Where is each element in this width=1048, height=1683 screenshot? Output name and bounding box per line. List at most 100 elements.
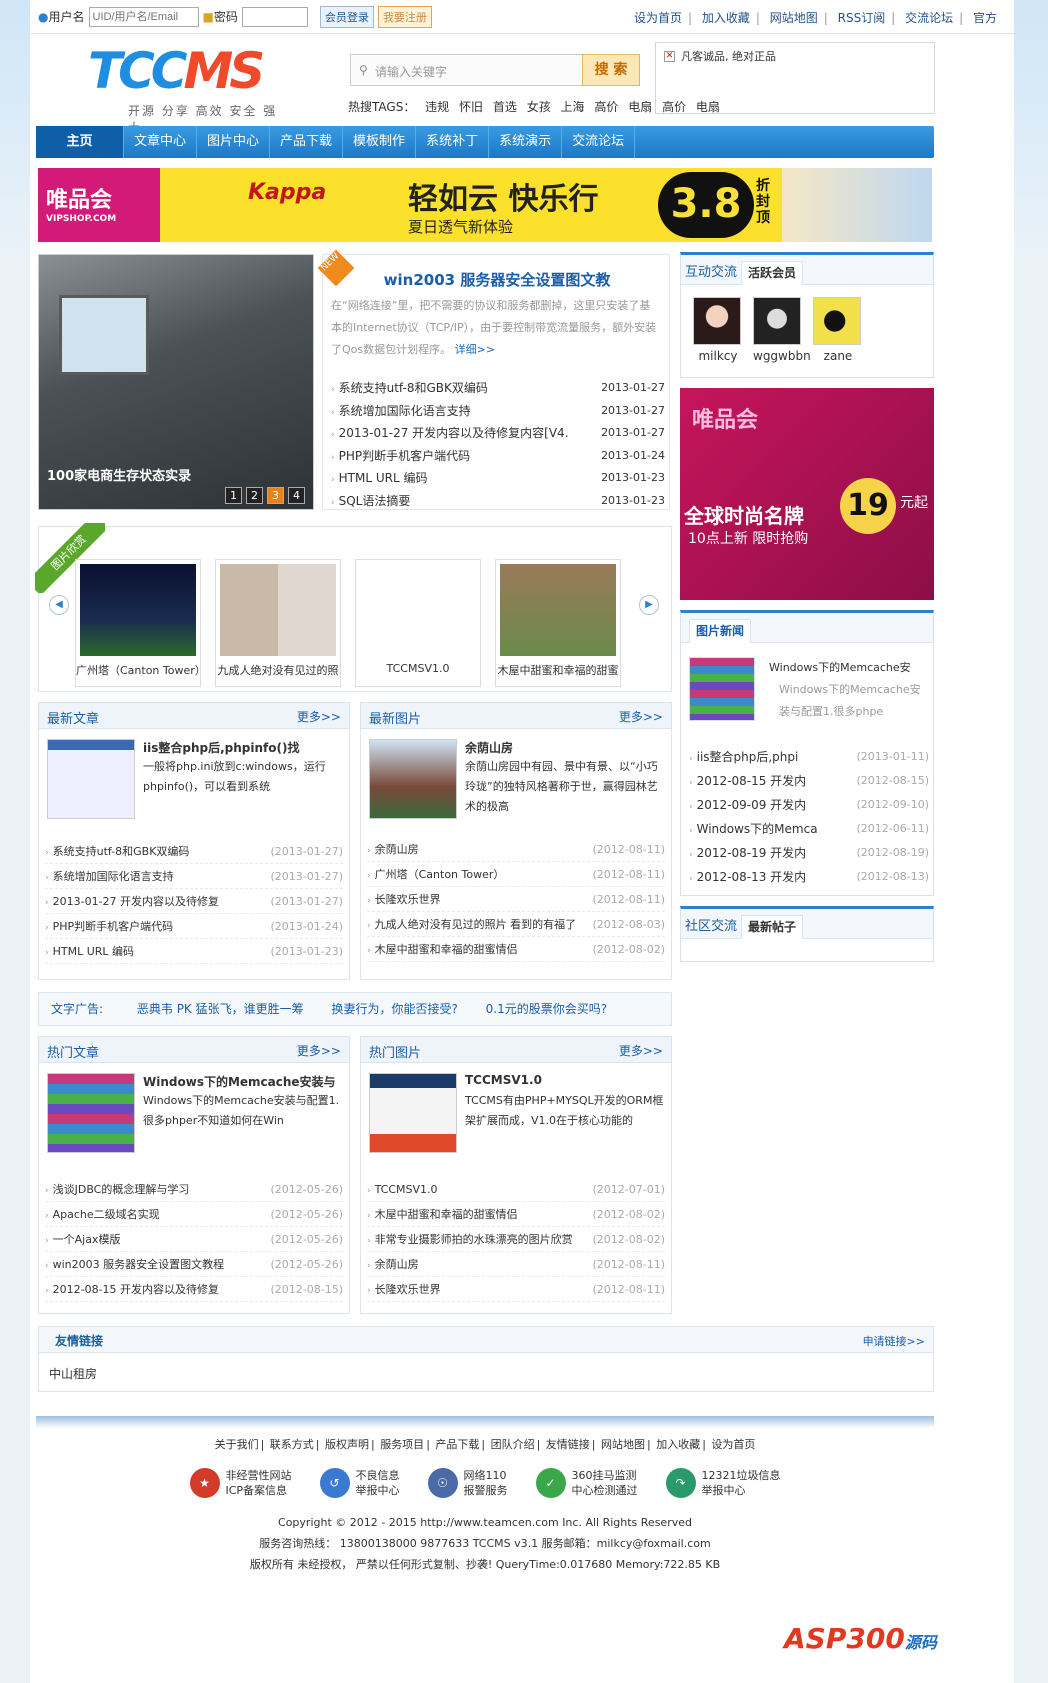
search-input[interactable]: 请输入关键字 xyxy=(375,63,447,80)
more-link[interactable]: 更多>> xyxy=(297,1042,341,1059)
carousel-item[interactable]: 木屋中甜蜜和幸福的甜蜜 xyxy=(495,559,621,687)
slide-4-button[interactable]: 4 xyxy=(288,487,305,504)
password-input[interactable] xyxy=(241,6,308,27)
feature-title[interactable]: TCCMSV1.0 xyxy=(465,1073,542,1087)
list-item[interactable]: › 2012-08-15 开发内容以及待修复 (2012-08-15) xyxy=(45,1277,343,1302)
member-card[interactable]: zane xyxy=(813,297,863,363)
apply-link-button[interactable]: 申请链接>> xyxy=(863,1333,925,1349)
tab-latest-posts[interactable]: 最新帖子 xyxy=(741,915,804,939)
slide-2-button[interactable]: 2 xyxy=(246,487,263,504)
nav-pictures[interactable]: 图片中心 xyxy=(197,126,271,158)
text-ad-link[interactable]: 换妻行为，你能否接受? xyxy=(331,1002,457,1016)
login-button[interactable]: 会员登录 xyxy=(319,5,374,28)
list-item[interactable]: › 浅谈JDBC的概念理解与学习 (2012-05-26) xyxy=(45,1177,343,1202)
sitemap-link[interactable]: 网站地图 xyxy=(770,11,818,25)
site-logo[interactable]: TCCMS 开源 分享 高效 安全 强大 xyxy=(88,42,288,135)
police-badge[interactable]: ☉ 网络110 报警服务 xyxy=(427,1468,508,1498)
footer-link[interactable]: 产品下载 xyxy=(435,1438,479,1451)
list-item[interactable]: › 系统支持utf-8和GBK双编码 2013-01-27 xyxy=(331,377,665,400)
list-item[interactable]: › Apache二级域名实现 (2012-05-26) xyxy=(45,1202,343,1227)
nav-downloads[interactable]: 产品下载 xyxy=(270,126,344,158)
list-item[interactable]: › 非常专业摄影师拍的水珠漂亮的图片欣赏 (2012-08-02) xyxy=(367,1227,665,1252)
notice-text[interactable]: 凡客诚品, 绝对正品 xyxy=(681,48,776,64)
nav-articles[interactable]: 文章中心 xyxy=(124,126,198,158)
list-item[interactable]: › 系统支持utf-8和GBK双编码 (2013-01-27) xyxy=(45,839,343,864)
list-item[interactable]: › SQL语法摘要 2013-01-23 xyxy=(331,490,665,513)
footer-link[interactable]: 团队介绍 xyxy=(491,1438,535,1451)
add-favorite-link[interactable]: 加入收藏 xyxy=(702,11,750,25)
focus-caption[interactable]: 100家电商生存状态实录 xyxy=(47,465,191,484)
list-item[interactable]: › PHP判断手机客户端代码 (2013-01-24) xyxy=(45,914,343,939)
carousel-item[interactable]: TCCMSV1.0 xyxy=(355,559,481,687)
hot-tag[interactable]: 怀旧 xyxy=(459,100,483,114)
footer-link[interactable]: 服务项目 xyxy=(380,1438,424,1451)
footer-link[interactable]: 加入收藏 xyxy=(656,1438,700,1451)
register-button[interactable]: 我要注册 xyxy=(377,5,432,28)
list-item[interactable]: › 2012-09-09 开发内 (2012-09-10) xyxy=(689,793,929,817)
chevron-left-icon[interactable]: ◀ xyxy=(49,595,69,615)
report-badge[interactable]: ↺ 不良信息 举报中心 xyxy=(319,1468,400,1498)
nav-home[interactable]: 主页 xyxy=(36,126,124,158)
list-item[interactable]: › Windows下的Memca (2012-06-11) xyxy=(689,817,929,841)
list-item[interactable]: › HTML URL 编码 2013-01-23 xyxy=(331,467,665,490)
list-item[interactable]: › 九成人绝对没有见过的照片 看到的有福了 (2012-08-03) xyxy=(367,912,665,937)
list-item[interactable]: › 长隆欢乐世界 (2012-08-11) xyxy=(367,1277,665,1302)
hot-tag[interactable]: 上海 xyxy=(561,100,585,114)
feature-title[interactable]: iis整合php后,phpinfo()找 xyxy=(143,739,299,756)
list-item[interactable]: › win2003 服务器安全设置图文教程 (2012-05-26) xyxy=(45,1252,343,1277)
spam-report-badge[interactable]: ↷ 12321垃圾信息 举报中心 xyxy=(665,1468,781,1498)
top-banner-ad[interactable]: 唯品会 VIPSHOP.COM Kappa 轻如云 快乐行 夏日透气新体验 3.8… xyxy=(38,168,932,242)
icp-badge[interactable]: ★ 非经营性网站 ICP备案信息 xyxy=(189,1468,292,1498)
footer-link[interactable]: 版权声明 xyxy=(325,1438,369,1451)
list-item[interactable]: › 2012-08-13 开发内 (2012-08-13) xyxy=(689,865,929,889)
slide-3-button[interactable]: 3 xyxy=(267,487,284,504)
hot-tag[interactable]: 违规 xyxy=(425,100,449,114)
nav-forum[interactable]: 交流论坛 xyxy=(562,126,636,158)
hot-tag[interactable]: 高价 xyxy=(594,100,618,114)
list-item[interactable]: › iis整合php后,phpi (2013-01-11) xyxy=(689,745,929,769)
footer-link[interactable]: 关于我们 xyxy=(215,1438,259,1451)
list-item[interactable]: › HTML URL 编码 (2013-01-23) xyxy=(45,939,343,964)
feature-title[interactable]: 余荫山房 xyxy=(465,739,513,756)
nav-demo[interactable]: 系统演示 xyxy=(489,126,563,158)
list-item[interactable]: › 2012-08-15 开发内 (2012-08-15) xyxy=(689,769,929,793)
list-item[interactable]: › 广州塔（Canton Tower） (2012-08-11) xyxy=(367,862,665,887)
set-home-link[interactable]: 设为首页 xyxy=(634,11,682,25)
username-input[interactable] xyxy=(88,6,199,27)
list-item[interactable]: › 余荫山房 (2012-08-11) xyxy=(367,837,665,862)
footer-link[interactable]: 网站地图 xyxy=(601,1438,645,1451)
hot-tag[interactable]: 电扇 xyxy=(628,100,652,114)
focus-slideshow[interactable]: 100家电商生存状态实录 1 2 3 4 xyxy=(38,254,314,510)
list-item[interactable]: › 系统增加国际化语言支持 (2013-01-27) xyxy=(45,864,343,889)
list-item[interactable]: › 长隆欢乐世界 (2012-08-11) xyxy=(367,887,665,912)
more-link[interactable]: 更多>> xyxy=(619,1042,663,1059)
carousel-item[interactable]: 广州塔（Canton Tower） xyxy=(75,559,201,687)
headline-more-link[interactable]: 详细>> xyxy=(455,343,495,356)
list-item[interactable]: › TCCMSV1.0 (2012-07-01) xyxy=(367,1177,665,1202)
hot-tag[interactable]: 女孩 xyxy=(527,100,551,114)
member-card[interactable]: wggwbbn xyxy=(753,297,811,363)
search-button[interactable]: 搜 索 xyxy=(582,54,640,86)
memcache-thumbnail[interactable] xyxy=(47,1073,135,1153)
tab-active-members[interactable]: 活跃会员 xyxy=(741,261,804,285)
memcache-thumbnail[interactable] xyxy=(689,657,755,721)
list-item[interactable]: › 木屋中甜蜜和幸福的甜蜜情侣 (2012-08-02) xyxy=(367,937,665,962)
picture-thumbnail[interactable] xyxy=(369,739,457,819)
article-thumbnail[interactable] xyxy=(47,739,135,819)
footer-link[interactable]: 设为首页 xyxy=(711,1438,755,1451)
list-item[interactable]: › 2013-01-27 开发内容以及待修复 (2013-01-27) xyxy=(45,889,343,914)
chevron-right-icon[interactable]: ▶ xyxy=(639,595,659,615)
footer-link[interactable]: 友情链接 xyxy=(546,1438,590,1451)
carousel-item[interactable]: 九成人绝对没有见过的照 xyxy=(215,559,341,687)
text-ad-link[interactable]: 0.1元的股票你会买吗? xyxy=(486,1002,607,1016)
list-item[interactable]: › 2012-08-19 开发内 (2012-08-19) xyxy=(689,841,929,865)
official-link[interactable]: 官方 xyxy=(973,11,997,25)
friend-link[interactable]: 中山租房 xyxy=(49,1365,97,1382)
picture-news-title[interactable]: 图片新闻 xyxy=(689,619,752,643)
list-item[interactable]: › 一个Ajax模版 (2012-05-26) xyxy=(45,1227,343,1252)
rss-link[interactable]: RSS订阅 xyxy=(838,11,886,25)
headline-title[interactable]: win2003 服务器安全设置图文教 xyxy=(323,269,671,290)
feature-title[interactable]: Windows下的Memcache安装与 xyxy=(143,1073,336,1090)
list-item[interactable]: › 余荫山房 (2012-08-11) xyxy=(367,1252,665,1277)
nav-patches[interactable]: 系统补丁 xyxy=(416,126,490,158)
